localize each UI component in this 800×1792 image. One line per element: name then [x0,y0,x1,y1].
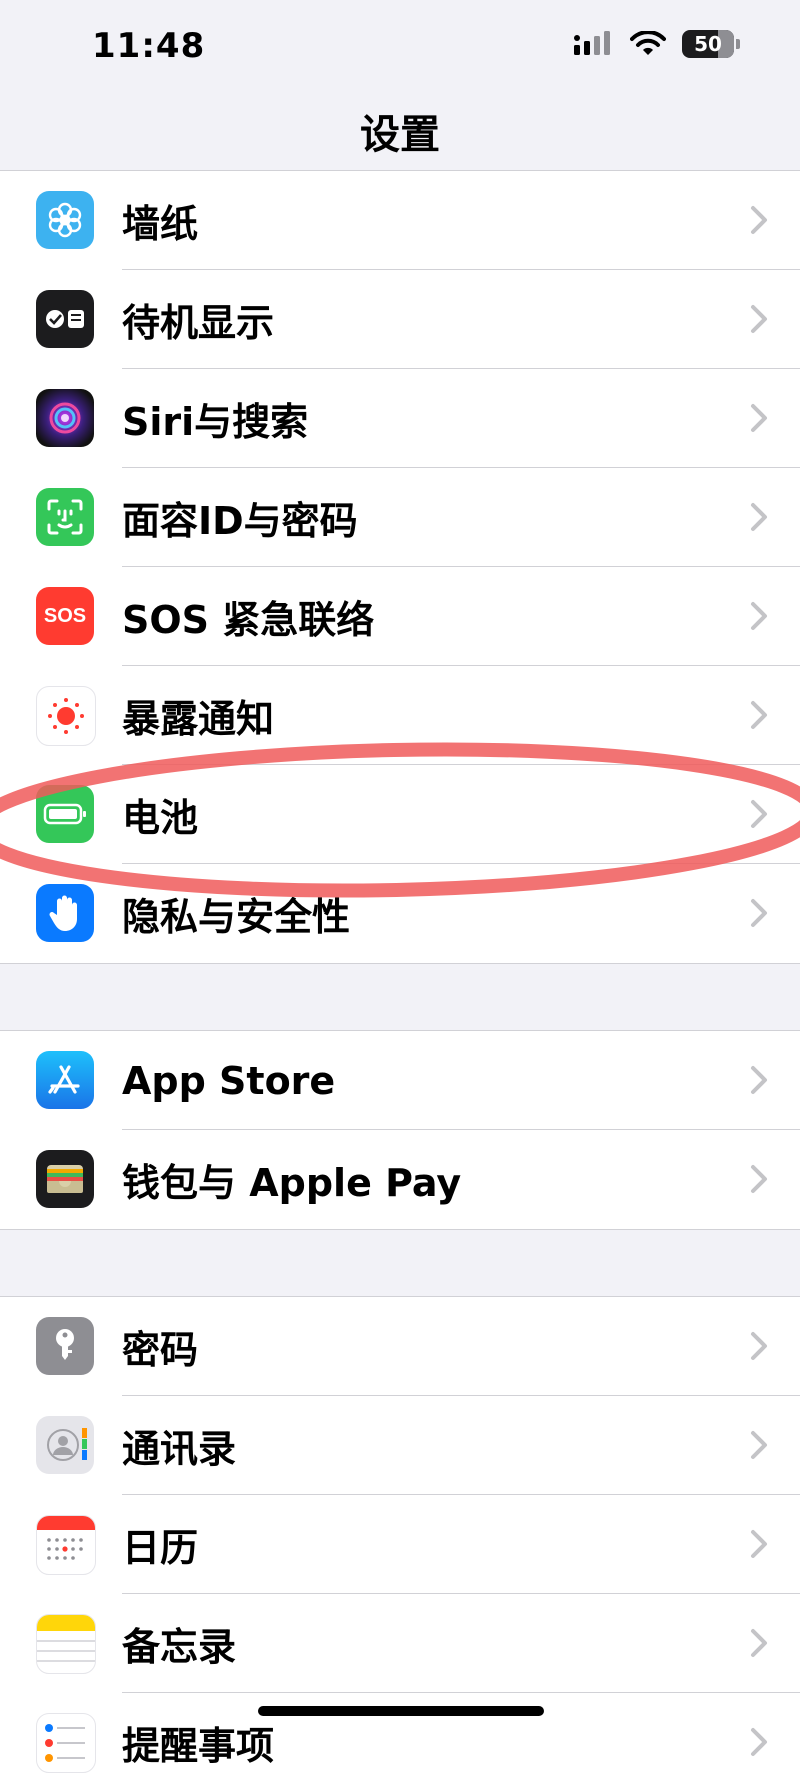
settings-row-app-store[interactable]: App Store [0,1031,800,1130]
chevron-right-icon [751,1066,767,1094]
settings-row-face-id[interactable]: 面容ID与密码 [0,468,800,567]
battery-level: 50 [694,32,722,56]
chevron-right-icon [751,404,767,432]
settings-row-label: 通讯录 [122,1427,237,1471]
reminders-icon [36,1713,96,1773]
chevron-right-icon [751,206,767,234]
siri-icon [36,389,94,447]
status-time: 11:48 [92,26,206,66]
settings-row-label: 提醒事项 [122,1724,275,1768]
home-indicator[interactable] [258,1706,544,1716]
sos-icon-text: SOS [43,604,87,627]
highlight-annotation [0,742,800,898]
chevron-right-icon [751,1629,767,1657]
chevron-right-icon [751,503,767,531]
settings-row-label: 面容ID与密码 [122,499,358,543]
sos-icon: SOS [36,587,94,645]
contacts-icon [36,1416,94,1474]
chevron-right-icon [751,1728,767,1756]
settings-row-siri[interactable]: Siri与搜索 [0,369,800,468]
status-icons: 50 [574,30,740,58]
calendar-icon [36,1515,96,1575]
settings-row-passwords[interactable]: 密码 [0,1297,800,1396]
settings-row-label: 日历 [122,1526,199,1570]
settings-row-standby[interactable]: 待机显示 [0,270,800,369]
settings-row-wallet[interactable]: 钱包与 Apple Pay [0,1130,800,1229]
section-gap [0,1229,800,1297]
notes-icon [36,1614,96,1674]
chevron-right-icon [751,899,767,927]
chevron-right-icon [751,1431,767,1459]
settings-row-label: 待机显示 [122,301,275,345]
nav-bar: 设置 [0,96,800,171]
chevron-right-icon [751,602,767,630]
wifi-icon [630,31,666,55]
settings-row-label: Siri与搜索 [122,400,309,444]
settings-row-label: 钱包与 Apple Pay [122,1161,462,1205]
face-id-icon [36,488,94,546]
settings-row-label: App Store [122,1058,336,1103]
chevron-right-icon [751,1165,767,1193]
settings-row-label: 墙纸 [122,202,199,246]
wallpaper-icon [36,191,94,249]
settings-group-2: App Store 钱包与 Apple Pay [0,1031,800,1229]
standby-icon [36,290,94,348]
settings-group-3: 密码 通讯录 日历 备忘录 提醒事项 [0,1297,800,1792]
app-store-icon [36,1051,94,1109]
settings-row-label: 备忘录 [122,1625,237,1669]
settings-row-label: SOS 紧急联络 [122,598,375,642]
settings-row-notes[interactable]: 备忘录 [0,1594,800,1693]
chevron-right-icon [751,1530,767,1558]
battery-indicator: 50 [682,30,740,58]
settings-row-wallpaper[interactable]: 墙纸 [0,171,800,270]
wallet-icon [36,1150,94,1208]
settings-row-calendar[interactable]: 日历 [0,1495,800,1594]
settings-row-label: 暴露通知 [122,697,275,741]
settings-row-sos[interactable]: SOS SOS 紧急联络 [0,567,800,666]
settings-row-label: 密码 [122,1328,199,1372]
key-icon [36,1317,94,1375]
section-gap [0,963,800,1031]
settings-row-contacts[interactable]: 通讯录 [0,1396,800,1495]
chevron-right-icon [751,701,767,729]
exposure-icon [36,686,96,746]
chevron-right-icon [751,1332,767,1360]
settings-list: 墙纸 待机显示 Siri与搜索 面容ID与密码 SOS SOS 紧急联络 暴露通… [0,171,800,1792]
status-bar: 11:48 50 [0,0,800,96]
page-title: 设置 [360,112,440,158]
signal-icon [574,31,610,55]
chevron-right-icon [751,305,767,333]
